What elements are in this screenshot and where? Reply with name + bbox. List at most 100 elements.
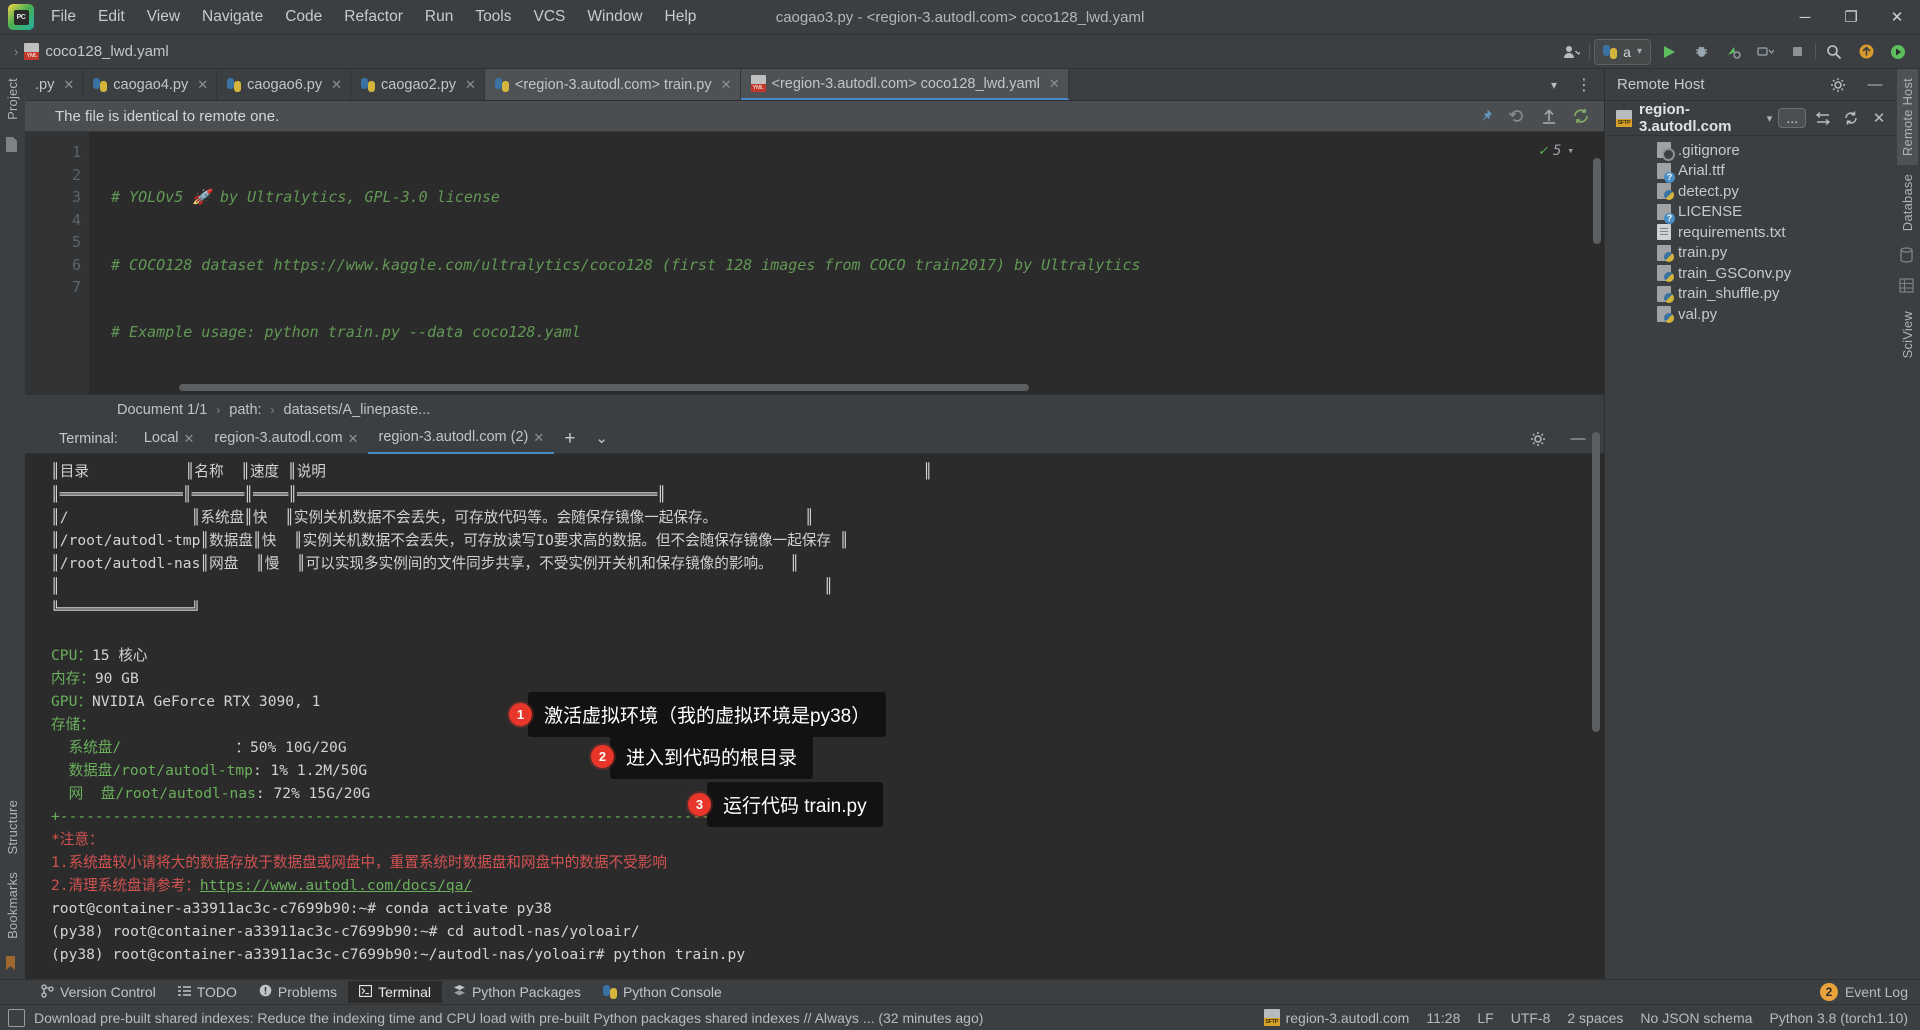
close-icon[interactable]: ✕ [465,77,476,93]
updates-icon[interactable] [1852,39,1880,65]
minimize-button[interactable]: ─ [1782,0,1828,34]
close-icon[interactable]: ✕ [348,424,359,453]
bookmark-icon[interactable] [4,955,21,972]
terminal-dropdown-button[interactable]: ⌄ [585,424,618,453]
menu-file[interactable]: File [40,5,87,29]
database-icon[interactable] [1899,247,1916,264]
run-button[interactable] [1655,39,1683,65]
sync-icon[interactable] [1572,107,1590,125]
menu-run[interactable]: Run [414,5,464,29]
sidebar-item-sciview[interactable]: SciView [1897,302,1918,367]
compare-icon[interactable] [1812,105,1834,131]
tool-problems[interactable]: Problems [248,981,348,1003]
menu-refactor[interactable]: Refactor [333,5,414,29]
grid-icon[interactable] [1899,278,1916,295]
profile-dropdown-button[interactable] [1751,39,1779,65]
file-row-license[interactable]: LICENSE [1605,202,1895,224]
editor-tab-caogao6[interactable]: caogao6.py ✕ [217,69,352,100]
autodl-docs-link[interactable]: https://www.autodl.com/docs/qa/ [200,877,472,894]
menu-tools[interactable]: Tools [464,5,522,29]
sidebar-item-remote-host[interactable]: Remote Host [1897,69,1918,166]
debug-button[interactable] [1687,39,1715,65]
file-row-train-gsconv-py[interactable]: train_GSConv.py [1605,263,1895,284]
menu-navigate[interactable]: Navigate [191,5,274,29]
close-icon[interactable]: ✕ [331,77,342,93]
gear-icon[interactable] [1824,72,1852,98]
run-with-coverage-button[interactable] [1719,39,1747,65]
terminal-scrollbar[interactable] [1592,432,1600,732]
remote-file-list[interactable]: .gitignore Arial.ttf detect.py LICENSE r… [1605,136,1895,979]
editor-tab-coco128-yaml[interactable]: <region-3.autodl.com> coco128_lwd.yaml ✕ [740,69,1069,100]
editor-tab-caogao4[interactable]: caogao4.py ✕ [83,69,218,100]
status-encoding[interactable]: UTF-8 [1511,1010,1551,1026]
terminal-tab-local[interactable]: Local ✕ [134,424,205,453]
status-caret-position[interactable]: 11:28 [1426,1010,1460,1026]
breadcrumb-file-label[interactable]: coco128_lwd.yaml [45,43,168,60]
close-icon[interactable]: ✕ [721,77,732,93]
editor-horizontal-scrollbar[interactable] [179,384,1029,391]
close-panel-icon[interactable]: ✕ [1868,105,1890,131]
breadcrumb-path-value[interactable]: datasets/A_linepaste... [284,402,431,418]
chevron-down-icon[interactable]: ▾ [1767,112,1773,125]
gear-icon[interactable] [1524,426,1552,452]
run-configuration-selector[interactable]: a ▾ [1594,38,1651,65]
status-indent[interactable]: 2 spaces [1567,1010,1623,1026]
editor-tab-0[interactable]: .py ✕ [25,69,84,100]
file-row-arial-ttf[interactable]: Arial.ttf [1605,161,1895,183]
editor-tab-caogao2[interactable]: caogao2.py ✕ [351,69,485,100]
close-icon[interactable]: ✕ [533,423,544,452]
sidebar-item-bookmarks[interactable]: Bookmarks [2,863,23,948]
code-editor[interactable]: 1 2 3 4 5 6 7 # YOLOv5 🚀 by Ultralytics,… [25,132,1604,394]
tool-version-control[interactable]: Version Control [30,981,167,1004]
menu-help[interactable]: Help [654,5,708,29]
tool-terminal[interactable]: Terminal [348,981,442,1003]
file-row-requirements-txt[interactable]: requirements.txt [1605,222,1895,243]
tab-list-dropdown-icon[interactable]: ▾ [1540,72,1568,98]
menu-vcs[interactable]: VCS [523,5,577,29]
sidebar-item-project[interactable]: Project [2,69,23,129]
hide-panel-icon[interactable]: — [1861,72,1889,98]
status-message[interactable]: Download pre-built shared indexes: Reduc… [34,1010,983,1026]
new-terminal-button[interactable]: + [554,424,585,453]
tool-python-packages[interactable]: Python Packages [442,981,592,1003]
upload-icon[interactable] [1540,107,1558,125]
pin-icon[interactable] [1476,107,1494,125]
status-line-separator[interactable]: LF [1477,1010,1493,1026]
menu-view[interactable]: View [136,5,191,29]
terminal-tab-region3-2[interactable]: region-3.autodl.com (2) ✕ [368,423,555,454]
file-row-gitignore[interactable]: .gitignore [1605,140,1895,162]
tool-python-console[interactable]: Python Console [592,981,733,1003]
breadcrumb-document[interactable]: Document 1/1 [117,402,207,418]
terminal-tab-region3[interactable]: region-3.autodl.com ✕ [204,424,368,453]
close-icon[interactable]: ✕ [184,424,195,453]
menu-edit[interactable]: Edit [87,5,136,29]
file-row-detect-py[interactable]: detect.py [1605,181,1895,202]
status-remote-host[interactable]: region-3.autodl.com [1263,1009,1409,1026]
remote-connection-label[interactable]: region-3.autodl.com [1639,101,1760,135]
revert-icon[interactable] [1508,107,1526,125]
chevron-down-icon[interactable]: ▾ [1567,140,1574,163]
event-log-label[interactable]: Event Log [1845,984,1908,1000]
stop-button[interactable] [1783,39,1811,65]
maximize-button[interactable]: ❐ [1828,0,1874,34]
menu-window[interactable]: Window [576,5,653,29]
tool-todo[interactable]: TODO [167,981,248,1003]
editor-tab-train-py[interactable]: <region-3.autodl.com> train.py ✕ [484,69,741,100]
sidebar-item-structure[interactable]: Structure [2,791,23,864]
menu-code[interactable]: Code [274,5,333,29]
close-icon[interactable]: ✕ [1049,76,1060,92]
event-log-area[interactable]: 2 Event Log [1819,983,1920,1001]
file-row-train-shuffle-py[interactable]: train_shuffle.py [1605,284,1895,305]
refresh-icon[interactable] [1840,105,1862,131]
user-account-icon[interactable] [1557,39,1585,65]
close-icon[interactable]: ✕ [197,77,208,93]
close-button[interactable]: ✕ [1874,0,1920,34]
sidebar-item-database[interactable]: Database [1897,165,1918,240]
status-json-schema[interactable]: No JSON schema [1640,1010,1752,1026]
search-icon[interactable] [1820,39,1848,65]
hide-panel-icon[interactable]: — [1564,426,1592,452]
file-row-val-py[interactable]: val.py [1605,304,1895,325]
inspection-widget[interactable]: ✓ 5 ▾ [1539,140,1575,163]
file-row-train-py[interactable]: train.py [1605,243,1895,264]
status-interpreter[interactable]: Python 3.8 (torch1.10) [1769,1010,1908,1026]
